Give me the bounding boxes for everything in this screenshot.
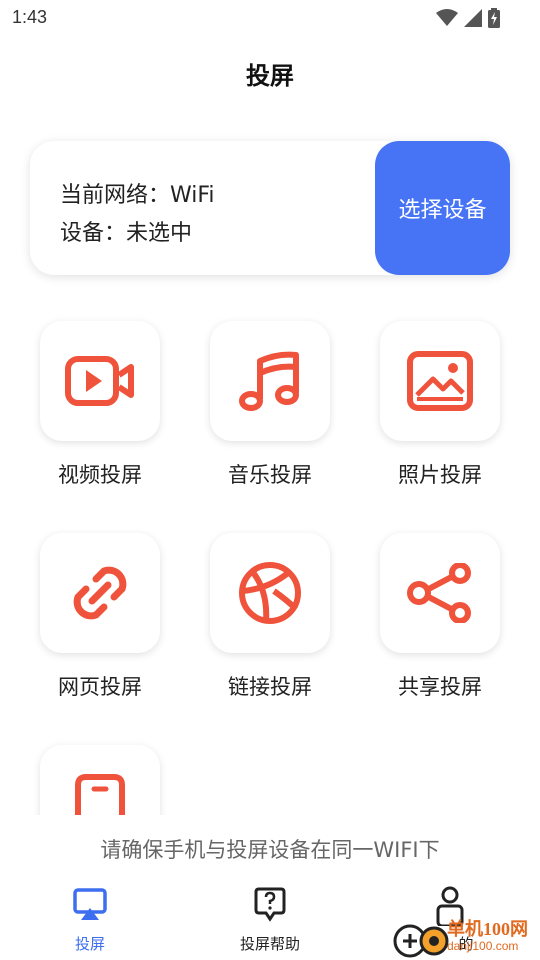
basketball-icon	[239, 562, 301, 624]
device-status-text: 设备：未选中	[60, 221, 193, 246]
network-card: 当前网络：WiFi 设备：未选中 选择设备	[30, 141, 510, 275]
feature-tile[interactable]	[40, 745, 160, 815]
device-icon	[75, 774, 125, 815]
feature-device-cast[interactable]	[0, 745, 160, 815]
feature-music-cast[interactable]: 音乐投屏	[170, 321, 330, 521]
feature-grid: 视频投屏 音乐投屏 照片投屏 网页投屏 链接投屏 共享投屏	[0, 300, 540, 815]
feature-tile[interactable]	[210, 533, 330, 653]
site-watermark: 单机100网 danji100.com	[392, 915, 540, 960]
feature-tile[interactable]	[210, 321, 330, 441]
page-title: 投屏	[246, 62, 294, 90]
cast-screen-icon	[73, 888, 107, 920]
feature-share-cast[interactable]: 共享投屏	[340, 533, 500, 733]
feature-tile[interactable]	[40, 321, 160, 441]
status-icons	[436, 8, 500, 28]
feature-video-cast[interactable]: 视频投屏	[0, 321, 160, 521]
wifi-icon	[436, 9, 458, 26]
feature-tile[interactable]	[380, 321, 500, 441]
feature-webpage-cast[interactable]: 网页投屏	[0, 533, 160, 733]
battery-charging-icon	[488, 8, 500, 28]
status-time: 1:43	[12, 7, 48, 27]
status-bar: 1:43	[0, 0, 540, 36]
nav-label: 投屏帮助	[239, 935, 300, 953]
feature-photo-cast[interactable]: 照片投屏	[340, 321, 500, 521]
watermark-title: 单机100网	[447, 919, 528, 939]
same-wifi-hint: 请确保手机与投屏设备在同一WIFI下	[100, 838, 440, 862]
nav-item-cast[interactable]: 投屏	[20, 880, 160, 960]
feature-tile[interactable]	[380, 533, 500, 653]
link-icon	[73, 566, 127, 620]
watermark-url: danji100.com	[447, 939, 519, 953]
feature-link-cast[interactable]: 链接投屏	[170, 533, 330, 733]
photo-icon	[407, 351, 473, 411]
signal-icon	[464, 9, 482, 27]
select-device-button[interactable]: 选择设备	[375, 141, 510, 275]
help-bubble-icon	[254, 887, 286, 922]
nav-item-help[interactable]: 投屏帮助	[200, 880, 340, 960]
music-note-icon	[239, 351, 299, 411]
feature-label: 照片投屏	[398, 463, 482, 487]
video-camera-icon	[65, 356, 134, 406]
feature-tile[interactable]	[40, 533, 160, 653]
feature-label: 共享投屏	[398, 675, 482, 699]
share-icon	[407, 563, 471, 623]
watermark-logo-icon	[393, 924, 449, 958]
current-network-text: 当前网络：WiFi	[60, 183, 215, 208]
nav-label: 投屏	[74, 935, 105, 953]
